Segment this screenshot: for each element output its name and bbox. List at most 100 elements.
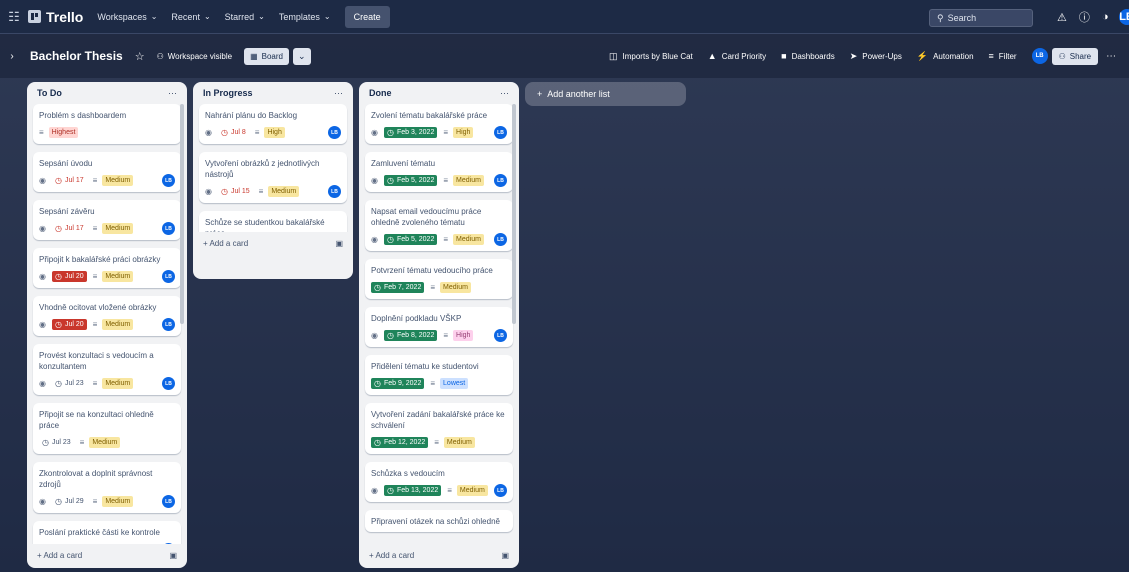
due-date-badge[interactable]: ◷ Feb 7, 2022 (371, 281, 425, 293)
filter-button[interactable]: ≡ Filter (989, 51, 1017, 61)
card[interactable]: Napsat email vedoucímu práce ohledně zvo… (365, 200, 513, 251)
list-title[interactable]: Done (369, 88, 392, 98)
card-template-icon[interactable]: ▣ (501, 551, 509, 560)
nav-recent[interactable]: Recent ⌄ (171, 12, 210, 22)
card[interactable]: Zvolení tématu bakalářské práce ◉ ◷ Feb 3, … (365, 104, 513, 144)
list-menu-icon[interactable]: ⋯ (334, 88, 343, 99)
view-switcher-chevron-icon[interactable]: ⌄ (293, 47, 311, 65)
card-title: Vhodně ocitovat vložené obrázky (39, 303, 157, 312)
card-template-icon[interactable]: ▣ (335, 239, 343, 248)
card-title: Přidělení tématu ke studentovi (371, 362, 479, 371)
member-avatar[interactable]: LB (1031, 48, 1048, 64)
due-date-badge[interactable]: ◷ Jul 23 (39, 437, 74, 448)
due-date-badge[interactable]: ◷ Jul 20 (51, 318, 87, 330)
card[interactable]: Zamluvení tématu ◉ ◷ Feb 5, 2022 ≡ Medium LB (365, 152, 513, 192)
card[interactable]: Sepsání úvodu ◉ ◷ Jul 17 ≡ Medium LB (33, 152, 181, 192)
add-card-button[interactable]: + Add a card ▣ (359, 544, 519, 566)
list-scrollbar[interactable] (180, 104, 184, 324)
card-template-icon[interactable]: ▣ (169, 551, 177, 560)
member-avatar[interactable]: LB (328, 185, 341, 198)
member-avatar[interactable]: LB (494, 329, 507, 342)
card[interactable]: Problém s dashboardem ≡ Highest (33, 104, 181, 144)
member-avatar[interactable]: LB (162, 377, 175, 390)
due-date-badge[interactable]: ◷ Feb 3, 2022 (383, 126, 438, 138)
due-date-badge[interactable]: ◷ Jul 8 (218, 127, 249, 138)
card[interactable]: Připojit se na konzultaci ohledně práce ◷… (33, 403, 181, 454)
due-date-badge[interactable]: ◷ Jul 29 (52, 496, 87, 507)
dashboards-powerup[interactable]: ■ Dashboards (781, 51, 835, 61)
card[interactable]: Přidělení tématu ke studentovi ◷ Feb 9, 20… (365, 355, 513, 395)
trello-logo[interactable]: Trello (28, 9, 83, 25)
due-date-badge[interactable]: ◷Jul 30 (52, 544, 87, 545)
list-title[interactable]: In Progress (203, 88, 253, 98)
visibility-button[interactable]: ⚇ Workspace visible (157, 52, 233, 61)
card[interactable]: Nahrání plánu do Backlog ◉ ◷ Jul 8 ≡ High LB (199, 104, 347, 144)
card[interactable]: Zkontrolovat a doplnit správnost zdrojů ◉… (33, 462, 181, 513)
priority-badge: Medium (102, 270, 134, 282)
notifications-icon[interactable]: ⚠ (1057, 11, 1067, 24)
add-another-list-button[interactable]: + Add another list (525, 82, 686, 106)
member-avatar[interactable]: LB (494, 126, 507, 139)
member-avatar[interactable]: LB (162, 318, 175, 331)
member-avatar[interactable]: LB (162, 222, 175, 235)
create-button[interactable]: Create (344, 5, 390, 28)
list-scrollbar[interactable] (512, 104, 516, 324)
nav-starred[interactable]: Starred ⌄ (225, 12, 265, 22)
due-date-badge[interactable]: ◷ Feb 8, 2022 (383, 329, 438, 341)
help-icon[interactable]: ⓘ (1079, 9, 1090, 25)
member-avatar[interactable]: LB (162, 495, 175, 508)
due-date-badge[interactable]: ◷ Feb 5, 2022 (383, 174, 438, 186)
due-date-badge[interactable]: ◷ Feb 5, 2022 (383, 233, 438, 245)
nav-templates[interactable]: Templates ⌄ (279, 12, 331, 22)
card[interactable]: Schůze se studentkou bakalářské práce◷Ju… (199, 211, 347, 232)
member-avatar[interactable]: LB (494, 233, 507, 246)
card[interactable]: Připravení otázek na schůzi ohledně (365, 510, 513, 532)
nav-workspaces[interactable]: Workspaces ⌄ (97, 12, 157, 22)
due-date-badge[interactable]: ◷ Jul 23 (52, 378, 87, 389)
board-title[interactable]: Bachelor Thesis (30, 49, 123, 63)
share-button[interactable]: ⚇ Share (1051, 47, 1099, 65)
add-card-button[interactable]: + Add a card ▣ (193, 232, 353, 254)
member-avatar[interactable]: LB (494, 484, 507, 497)
due-date-badge[interactable]: ◷ Jul 17 (52, 175, 87, 186)
card[interactable]: Potvrzení tématu vedoucího práce ◷ Feb 7, … (365, 259, 513, 299)
sidebar-expand-icon[interactable]: › (0, 51, 24, 62)
more-options-icon[interactable]: ⋯ (1106, 51, 1116, 62)
card[interactable]: Poslání praktické části ke kontrole ◉◷Jul… (33, 521, 181, 544)
member-avatar[interactable]: LB (328, 126, 341, 139)
due-date-badge[interactable]: ◷ Feb 12, 2022 (371, 436, 429, 448)
theme-icon[interactable]: ◑ (1102, 11, 1109, 23)
automation-button[interactable]: ⚡ Automation (917, 51, 974, 62)
priority-badge: Medium (102, 543, 134, 544)
member-avatar[interactable]: LB (162, 270, 175, 283)
search-input[interactable]: ⚲ Search (929, 9, 1033, 27)
power-ups-button[interactable]: ➤ Power-Ups (850, 51, 902, 62)
board-view-button[interactable]: ▦ Board (244, 47, 289, 65)
due-date-badge[interactable]: ◷ Feb 9, 2022 (371, 377, 425, 389)
due-date-badge[interactable]: ◷ Jul 15 (218, 186, 253, 197)
list-menu-icon[interactable]: ⋯ (500, 88, 509, 99)
app-switcher-icon[interactable]: ☷ (0, 9, 28, 25)
member-avatar[interactable]: LB (162, 174, 175, 187)
list-title[interactable]: To Do (37, 88, 62, 98)
list-menu-icon[interactable]: ⋯ (168, 88, 177, 99)
imports-powerup[interactable]: ◫ Imports by Blue Cat (609, 51, 693, 62)
due-date-badge[interactable]: ◷ Jul 17 (52, 223, 87, 234)
star-icon[interactable]: ☆ (135, 50, 145, 63)
card[interactable]: Provést konzultaci s vedoucím a konzulta… (33, 344, 181, 395)
user-avatar[interactable]: LB (1118, 9, 1129, 25)
card[interactable]: Sepsání závěru ◉ ◷ Jul 17 ≡ Medium LB (33, 200, 181, 240)
add-card-button[interactable]: + Add a card ▣ (27, 544, 187, 566)
card[interactable]: Vytvoření obrázků z jednotlivých nástroj… (199, 152, 347, 203)
due-date-badge[interactable]: ◷ Jul 20 (51, 270, 87, 282)
card[interactable]: Doplnění podkladu VŠKP ◉ ◷ Feb 8, 2022 ≡ High… (365, 307, 513, 347)
card[interactable]: Vytvoření zadání bakalářské práce ke sch… (365, 403, 513, 454)
clock-icon: ◷ (54, 378, 62, 388)
card[interactable]: Připojit k bakalářské práci obrázky ◉ ◷ Jul… (33, 248, 181, 288)
card[interactable]: Vhodně ocitovat vložené obrázky ◉ ◷ Jul 20 ≡… (33, 296, 181, 336)
due-date-badge[interactable]: ◷ Feb 13, 2022 (383, 484, 442, 496)
member-avatar[interactable]: LB (494, 174, 507, 187)
add-person-icon: ⚇ (1058, 51, 1066, 61)
card[interactable]: Schůzka s vedoucím ◉ ◷ Feb 13, 2022 ≡ Medium L… (365, 462, 513, 502)
card-priority-powerup[interactable]: ▲ Card Priority (708, 51, 766, 61)
